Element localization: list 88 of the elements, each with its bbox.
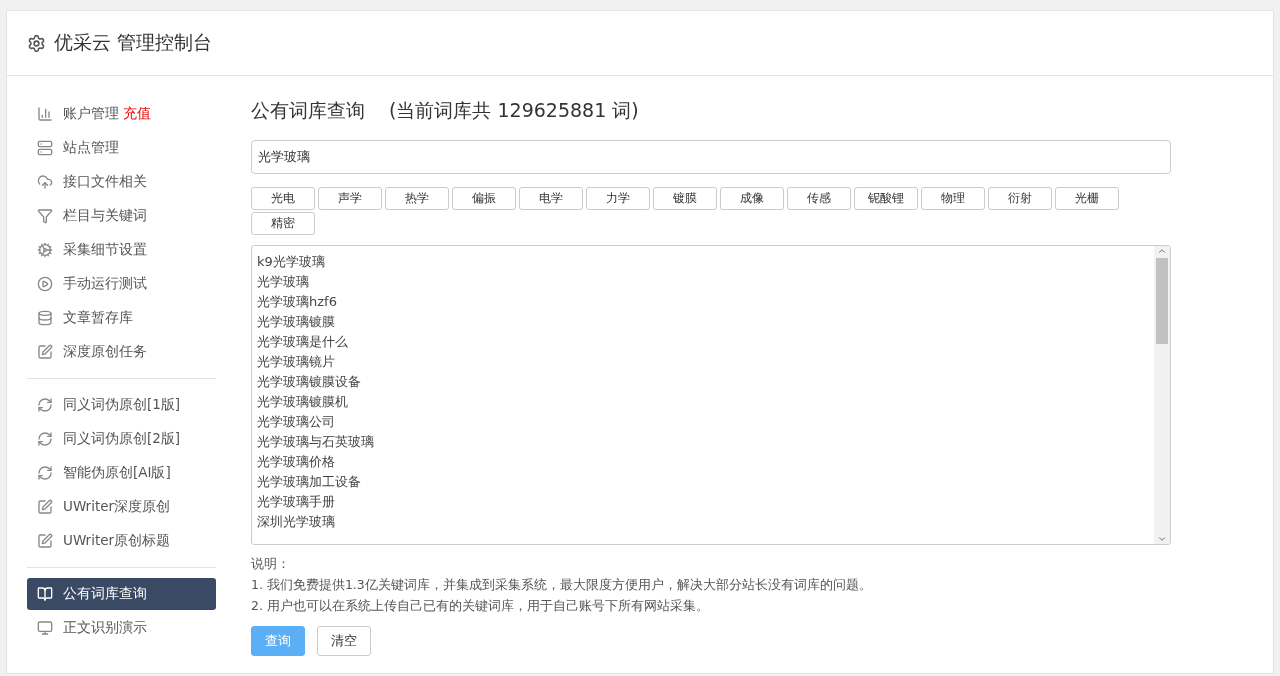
scroll-thumb[interactable] xyxy=(1156,258,1168,344)
sidebar-label: 智能伪原创[AI版] xyxy=(63,464,171,482)
tag-button[interactable]: 电学 xyxy=(519,187,583,210)
refresh-icon xyxy=(37,397,53,413)
sidebar-item[interactable]: 正文识别演示 xyxy=(27,612,216,644)
refresh-icon xyxy=(37,431,53,447)
tag-button[interactable]: 铌酸锂 xyxy=(854,187,918,210)
edit-icon xyxy=(37,344,53,360)
result-line: 深圳光学玻璃 xyxy=(257,513,336,531)
results-box[interactable]: k9光学玻璃 光学玻璃 光学玻璃hzf6 光学玻璃镀膜 光学玻璃是什么 光学玻璃镜片 光学玻璃镀膜设备 光学玻璃镀膜机 光学玻璃公司 光学玻璃与石英玻璃 光学玻璃价格 光学玻璃加工设备 光学玻璃手册 深圳光学玻璃 xyxy=(251,245,1171,545)
sidebar-item[interactable]: UWriter深度原创 xyxy=(27,491,216,523)
edit-icon xyxy=(37,499,53,515)
sidebar-item[interactable]: UWriter原创标题 xyxy=(27,525,216,557)
sidebar-item[interactable]: 接口文件相关 xyxy=(27,166,216,198)
sidebar-label: 接口文件相关 xyxy=(63,173,147,191)
sidebar-item[interactable]: 站点管理 xyxy=(27,132,216,164)
sidebar-label: 同义词伪原创[1版] xyxy=(63,396,181,414)
sidebar-item[interactable]: 手动运行测试 xyxy=(27,268,216,300)
sidebar-item[interactable]: 账户管理 充值 xyxy=(27,98,216,130)
result-line: 光学玻璃价格 xyxy=(257,453,336,471)
scrollbar[interactable] xyxy=(1154,246,1170,544)
sidebar-label: 同义词伪原创[2版] xyxy=(63,430,181,448)
result-line: 光学玻璃公司 xyxy=(257,413,336,431)
sidebar-label: UWriter深度原创 xyxy=(63,498,171,516)
tag-button[interactable]: 成像 xyxy=(720,187,784,210)
result-line: 光学玻璃 xyxy=(257,273,310,291)
refresh-icon xyxy=(37,465,53,481)
result-line: 光学玻璃手册 xyxy=(257,493,336,511)
sidebar-label: 栏目与关键词 xyxy=(63,207,147,225)
tag-button[interactable]: 传感 xyxy=(787,187,851,210)
database-icon xyxy=(37,310,53,326)
gears-icon xyxy=(37,242,53,258)
result-line: 光学玻璃镀膜设备 xyxy=(257,373,362,391)
sidebar-item[interactable]: 公有词库查询 xyxy=(27,578,216,610)
settings-icon xyxy=(27,33,46,53)
sidebar-label: 公有词库查询 xyxy=(63,585,147,603)
sidebar-item[interactable]: 深度原创任务 xyxy=(27,336,216,368)
result-line: 光学玻璃与石英玻璃 xyxy=(257,433,375,451)
sidebar-label: 文章暂存库 xyxy=(63,309,133,327)
result-line: 光学玻璃是什么 xyxy=(257,333,349,351)
result-line: 光学玻璃hzf6 xyxy=(257,293,338,311)
word-count: (当前词库共 129625881 词) xyxy=(389,98,639,123)
tag-button[interactable]: 偏振 xyxy=(452,187,516,210)
result-line: 光学玻璃镀膜机 xyxy=(257,393,349,411)
console-title: 优采云 管理控制台 xyxy=(54,30,213,55)
cloud-upload-icon xyxy=(37,174,53,190)
result-line: 光学玻璃镜片 xyxy=(257,353,336,371)
tag-button[interactable]: 精密 xyxy=(251,212,315,235)
search-field[interactable]: 光学玻璃 xyxy=(251,140,1171,174)
sidebar-item[interactable]: 采集细节设置 xyxy=(27,234,216,266)
sidebar-item[interactable]: 同义词伪原创[1版] xyxy=(27,389,216,421)
tag-button[interactable]: 镀膜 xyxy=(653,187,717,210)
sidebar-label: 账户管理 xyxy=(63,105,119,123)
sidebar-item[interactable]: 文章暂存库 xyxy=(27,302,216,334)
sidebar-item[interactable]: 智能伪原创[AI版] xyxy=(27,457,216,489)
result-line: k9光学玻璃 xyxy=(257,253,326,271)
clear-button[interactable]: 清空 xyxy=(317,626,371,656)
sidebar-label: 手动运行测试 xyxy=(63,275,147,293)
monitor-icon xyxy=(37,620,53,636)
tag-button[interactable]: 声学 xyxy=(318,187,382,210)
tag-button[interactable]: 力学 xyxy=(586,187,650,210)
note-text: 1. 我们免费提供1.3亿关键词库，并集成到采集系统，最大限度方便用户，解决大部分站长没有词库的问题。 xyxy=(251,576,873,594)
sidebar-label: 站点管理 xyxy=(63,139,119,157)
tag-button[interactable]: 衍射 xyxy=(988,187,1052,210)
notes-title: 说明： xyxy=(251,555,291,573)
play-icon xyxy=(37,276,53,292)
edit-icon xyxy=(37,533,53,549)
server-icon xyxy=(37,140,53,156)
sidebar-label: UWriter原创标题 xyxy=(63,532,171,550)
result-line: 光学玻璃镀膜 xyxy=(257,313,336,331)
book-icon xyxy=(37,586,53,602)
bar-chart-icon xyxy=(37,106,53,122)
note-text: 2. 用户也可以在系统上传自己已有的关键词库，用于自己账号下所有网站采集。 xyxy=(251,597,710,615)
sidebar-item[interactable]: 同义词伪原创[2版] xyxy=(27,423,216,455)
tag-button[interactable]: 热学 xyxy=(385,187,449,210)
scroll-down-icon[interactable] xyxy=(1157,534,1167,544)
sidebar-label: 采集细节设置 xyxy=(63,241,147,259)
filter-icon xyxy=(37,208,53,224)
recharge-link[interactable]: 充值 xyxy=(123,105,151,123)
tag-button[interactable]: 光电 xyxy=(251,187,315,210)
sidebar-label: 深度原创任务 xyxy=(63,343,147,361)
tag-button[interactable]: 物理 xyxy=(921,187,985,210)
page-title: 公有词库查询 xyxy=(251,98,365,123)
sidebar-label: 正文识别演示 xyxy=(63,619,147,637)
scroll-up-icon[interactable] xyxy=(1157,246,1167,256)
tag-button[interactable]: 光栅 xyxy=(1055,187,1119,210)
sidebar-item[interactable]: 栏目与关键词 xyxy=(27,200,216,232)
result-line: 光学玻璃加工设备 xyxy=(257,473,362,491)
